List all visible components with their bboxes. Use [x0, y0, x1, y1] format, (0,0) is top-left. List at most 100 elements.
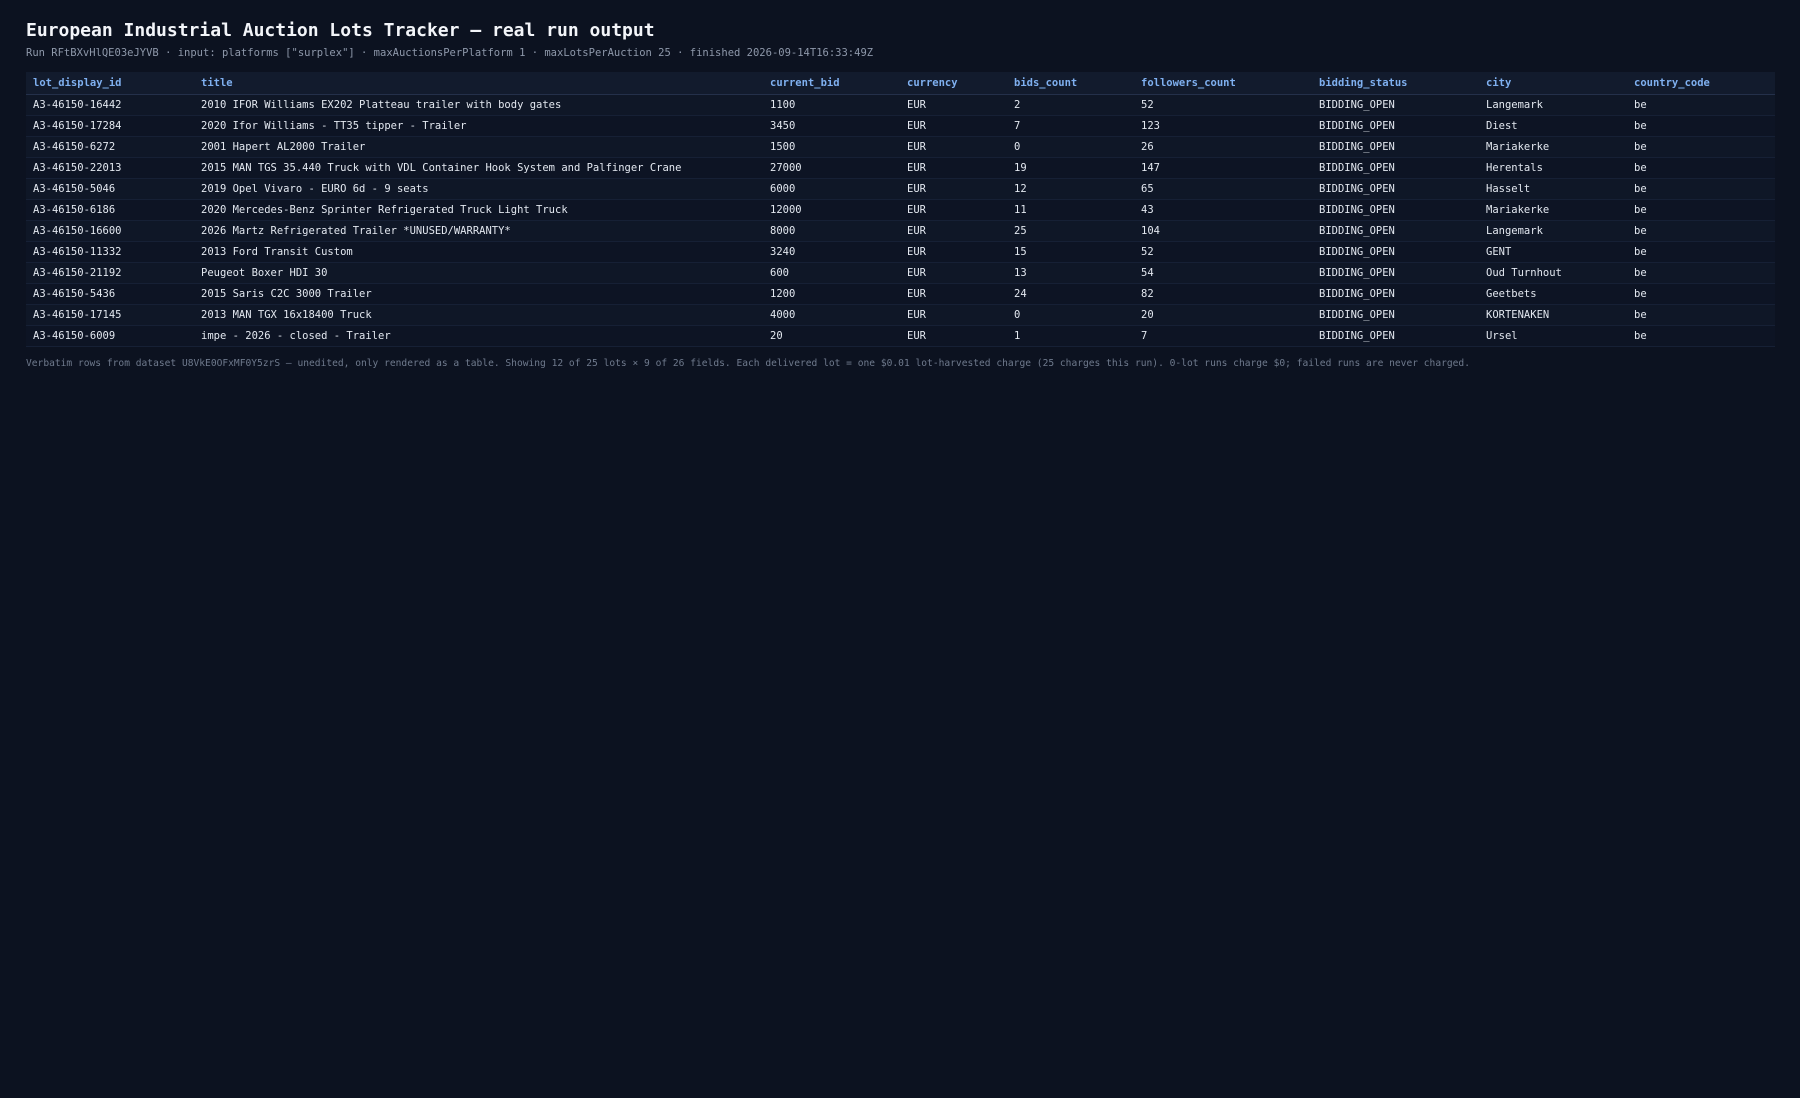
- cell-country-code: be: [1627, 325, 1775, 347]
- page-container: European Industrial Auction Lots Tracker…: [26, 20, 1775, 371]
- cell-currency: EUR: [900, 157, 1007, 179]
- cell-bidding-status: BIDDING_OPEN: [1312, 220, 1479, 242]
- cell-current-bid: 1100: [763, 94, 900, 116]
- column-header-country-code[interactable]: country_code: [1627, 72, 1775, 95]
- cell-bids-count: 19: [1007, 157, 1134, 179]
- cell-title: 2013 Ford Transit Custom: [194, 241, 763, 263]
- cell-current-bid: 6000: [763, 178, 900, 200]
- table-body: A3-46150-16442 2010 IFOR Williams EX202 P…: [26, 94, 1775, 347]
- table-row[interactable]: A3-46150-11332 2013 Ford Transit Custom 32…: [26, 241, 1775, 263]
- cell-lot-display-id: A3-46150-6186: [26, 199, 194, 221]
- cell-followers-count: 26: [1134, 136, 1312, 158]
- cell-bids-count: 0: [1007, 304, 1134, 326]
- cell-currency: EUR: [900, 115, 1007, 137]
- cell-bidding-status: BIDDING_OPEN: [1312, 178, 1479, 200]
- table-row[interactable]: A3-46150-21192 Peugeot Boxer HDI 30 600 EUR…: [26, 262, 1775, 284]
- cell-country-code: be: [1627, 178, 1775, 200]
- cell-followers-count: 65: [1134, 178, 1312, 200]
- cell-bidding-status: BIDDING_OPEN: [1312, 199, 1479, 221]
- column-header-followers-count[interactable]: followers_count: [1134, 72, 1312, 95]
- cell-bidding-status: BIDDING_OPEN: [1312, 241, 1479, 263]
- column-header-city[interactable]: city: [1479, 72, 1627, 95]
- run-summary: Run RFtBXvHlQE03eJYVB · input: platforms…: [26, 47, 874, 59]
- cell-currency: EUR: [900, 94, 1007, 116]
- cell-title: 2010 IFOR Williams EX202 Platteau traile…: [194, 94, 763, 116]
- cell-currency: EUR: [900, 136, 1007, 158]
- column-header-title[interactable]: title: [194, 72, 763, 95]
- cell-title: 2001 Hapert AL2000 Trailer: [194, 136, 763, 158]
- column-header-currency[interactable]: currency: [900, 72, 1007, 95]
- cell-bids-count: 7: [1007, 115, 1134, 137]
- table-row[interactable]: A3-46150-6186 2020 Mercedes-Benz Sprinter…: [26, 199, 1775, 221]
- cell-current-bid: 20: [763, 325, 900, 347]
- table-row[interactable]: A3-46150-5436 2015 Saris C2C 3000 Trailer…: [26, 283, 1775, 305]
- cell-city: Geetbets: [1479, 283, 1627, 305]
- cell-lot-display-id: A3-46150-6009: [26, 325, 194, 347]
- cell-bidding-status: BIDDING_OPEN: [1312, 304, 1479, 326]
- cell-lot-display-id: A3-46150-21192: [26, 262, 194, 284]
- cell-bids-count: 0: [1007, 136, 1134, 158]
- cell-currency: EUR: [900, 241, 1007, 263]
- table-row[interactable]: A3-46150-6009 impe - 2026 - closed - Trai…: [26, 325, 1775, 347]
- table-row[interactable]: A3-46150-6272 2001 Hapert AL2000 Trailer 1…: [26, 136, 1775, 158]
- cell-lot-display-id: A3-46150-16600: [26, 220, 194, 242]
- cell-city: Langemark: [1479, 220, 1627, 242]
- cell-current-bid: 1200: [763, 283, 900, 305]
- cell-country-code: be: [1627, 262, 1775, 284]
- cell-currency: EUR: [900, 178, 1007, 200]
- table-row[interactable]: A3-46150-16442 2010 IFOR Williams EX202 P…: [26, 94, 1775, 116]
- cell-title: 2020 Mercedes-Benz Sprinter Refrigerated…: [194, 199, 763, 221]
- lots-table: lot_display_id title current_bid currency bi…: [26, 72, 1775, 347]
- cell-country-code: be: [1627, 241, 1775, 263]
- column-header-current-bid[interactable]: current_bid: [763, 72, 900, 95]
- cell-title: 2015 Saris C2C 3000 Trailer: [194, 283, 763, 305]
- cell-country-code: be: [1627, 115, 1775, 137]
- cell-followers-count: 43: [1134, 199, 1312, 221]
- page-title: European Industrial Auction Lots Tracker…: [26, 20, 655, 41]
- cell-country-code: be: [1627, 283, 1775, 305]
- cell-city: Mariakerke: [1479, 136, 1627, 158]
- cell-title: 2020 Ifor Williams - TT35 tipper - Trail…: [194, 115, 763, 137]
- cell-country-code: be: [1627, 94, 1775, 116]
- cell-followers-count: 52: [1134, 241, 1312, 263]
- cell-lot-display-id: A3-46150-6272: [26, 136, 194, 158]
- cell-bidding-status: BIDDING_OPEN: [1312, 157, 1479, 179]
- table-row[interactable]: A3-46150-5046 2019 Opel Vivaro - EURO 6d …: [26, 178, 1775, 200]
- cell-followers-count: 82: [1134, 283, 1312, 305]
- cell-currency: EUR: [900, 262, 1007, 284]
- cell-bidding-status: BIDDING_OPEN: [1312, 94, 1479, 116]
- column-header-bids-count[interactable]: bids_count: [1007, 72, 1134, 95]
- cell-lot-display-id: A3-46150-16442: [26, 94, 194, 116]
- cell-country-code: be: [1627, 157, 1775, 179]
- table-header: lot_display_id title current_bid currency bi…: [26, 72, 1775, 95]
- column-header-lot-display-id[interactable]: lot_display_id: [26, 72, 194, 95]
- cell-country-code: be: [1627, 304, 1775, 326]
- cell-followers-count: 7: [1134, 325, 1312, 347]
- cell-lot-display-id: A3-46150-5046: [26, 178, 194, 200]
- cell-current-bid: 1500: [763, 136, 900, 158]
- cell-bids-count: 1: [1007, 325, 1134, 347]
- table-row[interactable]: A3-46150-17145 2013 MAN TGX 16x18400 Truc…: [26, 304, 1775, 326]
- cell-bids-count: 13: [1007, 262, 1134, 284]
- cell-country-code: be: [1627, 199, 1775, 221]
- dataset-footnote: Verbatim rows from dataset U8VkE0OFxMF0Y…: [26, 358, 1470, 369]
- cell-city: Diest: [1479, 115, 1627, 137]
- cell-currency: EUR: [900, 304, 1007, 326]
- cell-current-bid: 3240: [763, 241, 900, 263]
- table-row[interactable]: A3-46150-16600 2026 Martz Refrigerated Tr…: [26, 220, 1775, 242]
- cell-currency: EUR: [900, 283, 1007, 305]
- cell-followers-count: 54: [1134, 262, 1312, 284]
- cell-current-bid: 12000: [763, 199, 900, 221]
- column-header-bidding-status[interactable]: bidding_status: [1312, 72, 1479, 95]
- cell-bids-count: 11: [1007, 199, 1134, 221]
- table-row[interactable]: A3-46150-17284 2020 Ifor Williams - TT35 …: [26, 115, 1775, 137]
- cell-city: Hasselt: [1479, 178, 1627, 200]
- cell-currency: EUR: [900, 325, 1007, 347]
- table-row[interactable]: A3-46150-22013 2015 MAN TGS 35.440 Truck …: [26, 157, 1775, 179]
- cell-followers-count: 123: [1134, 115, 1312, 137]
- cell-followers-count: 52: [1134, 94, 1312, 116]
- cell-bids-count: 25: [1007, 220, 1134, 242]
- cell-currency: EUR: [900, 220, 1007, 242]
- cell-lot-display-id: A3-46150-17145: [26, 304, 194, 326]
- cell-bidding-status: BIDDING_OPEN: [1312, 283, 1479, 305]
